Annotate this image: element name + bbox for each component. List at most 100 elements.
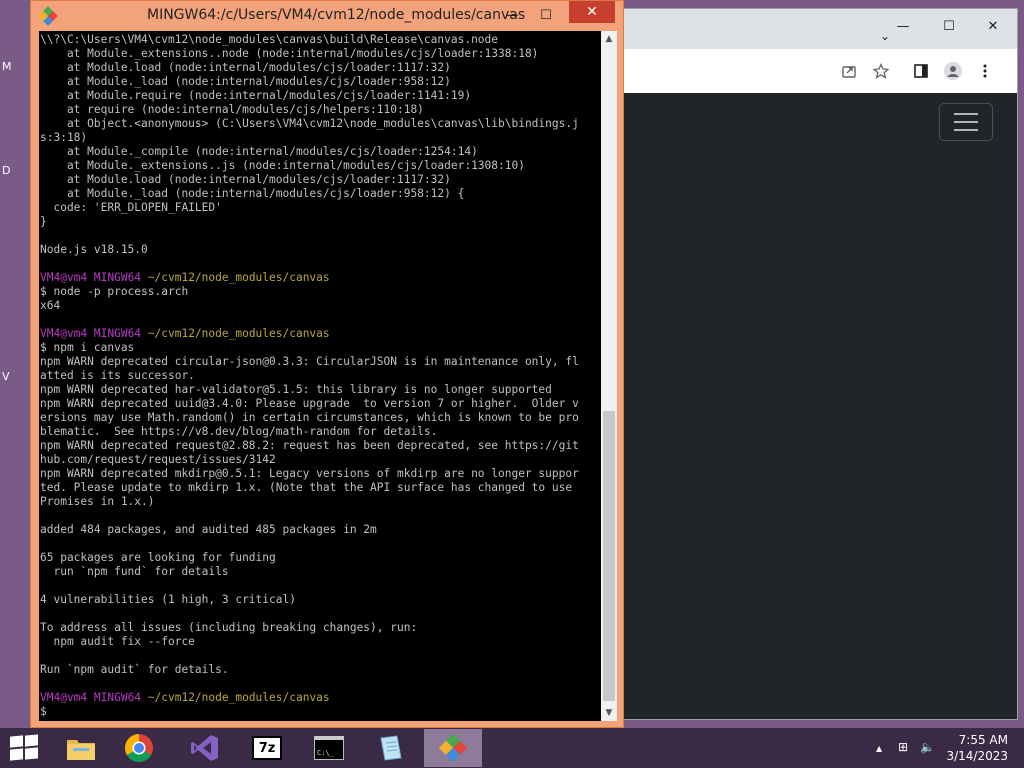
prompt-user: VM4@vm4 xyxy=(40,271,94,284)
terminal-window[interactable]: MINGW64:/c/Users/VM4/cvm12/node_modules/… xyxy=(30,0,624,728)
7zip-icon: 7z xyxy=(252,736,282,760)
desktop-icon-label: V xyxy=(2,370,10,383)
browser-toolbar xyxy=(561,49,1017,94)
terminal-line: VM4@vm4 MINGW64 ~/cvm12/node_modules/can… xyxy=(40,327,601,341)
terminal-titlebar[interactable]: MINGW64:/c/Users/VM4/cvm12/node_modules/… xyxy=(31,1,623,31)
terminal-line: $ npm i canvas xyxy=(40,341,135,354)
terminal-line: at Module._extensions..js (node:internal… xyxy=(40,159,525,172)
prompt-user: VM4@vm4 xyxy=(40,691,94,704)
windows-logo-icon xyxy=(10,735,23,748)
taskbar-chrome[interactable] xyxy=(110,729,168,767)
taskbar-visual-studio[interactable] xyxy=(176,729,234,767)
file-explorer-icon xyxy=(67,740,95,760)
browser-page xyxy=(561,93,1017,719)
terminal-line: run `npm fund` for details xyxy=(40,565,229,578)
sidebar-icon[interactable] xyxy=(909,59,933,83)
hamburger-icon xyxy=(954,113,978,115)
navbar-toggle-button[interactable] xyxy=(939,103,993,141)
clock-date: 3/14/2023 xyxy=(946,749,1008,763)
terminal-line: at Module._load (node:internal/modules/c… xyxy=(40,187,465,200)
tray-chevron-icon[interactable]: ▲ xyxy=(876,744,882,753)
terminal-line: npm WARN deprecated circular-json@0.3.3:… xyxy=(40,355,579,368)
terminal-line: VM4@vm4 MINGW64 ~/cvm12/node_modules/can… xyxy=(40,691,601,705)
terminal-line: at Module._extensions..node (node:intern… xyxy=(40,47,539,60)
scroll-up-icon[interactable]: ▲ xyxy=(601,31,617,47)
command-prompt-icon: C:\_ xyxy=(314,736,344,760)
terminal-console[interactable]: \\?\C:\Users\VM4\cvm12\node_modules\canv… xyxy=(39,31,601,721)
taskbar-7zip[interactable]: 7z xyxy=(238,729,296,767)
tab-search-chevron-icon[interactable]: ⌄ xyxy=(877,29,893,45)
browser-close-button[interactable]: ✕ xyxy=(981,15,1005,37)
terminal-line: Run `npm audit` for details. xyxy=(40,663,229,676)
prompt-path: ~/cvm12/node_modules/canvas xyxy=(147,691,330,704)
taskbar-file-explorer[interactable] xyxy=(52,729,110,767)
terminal-line: To address all issues (including breakin… xyxy=(40,621,418,634)
terminal-line: at require (node:internal/modules/cjs/he… xyxy=(40,103,424,116)
terminal-line: VM4@vm4 MINGW64 ~/cvm12/node_modules/can… xyxy=(40,271,601,285)
browser-maximize-button[interactable]: ☐ xyxy=(937,15,961,37)
terminal-scrollbar[interactable]: ▲ ▼ xyxy=(601,31,617,721)
terminal-line: npm WARN deprecated mkdirp@0.5.1: Legacy… xyxy=(40,467,579,480)
terminal-line: added 484 packages, and audited 485 pack… xyxy=(40,523,377,536)
terminal-minimize-button[interactable]: — xyxy=(499,5,525,25)
terminal-line: at Module.load (node:internal/modules/cj… xyxy=(40,173,451,186)
taskbar-notepad[interactable] xyxy=(362,729,420,767)
prompt-path: ~/cvm12/node_modules/canvas xyxy=(147,327,330,340)
network-icon[interactable]: ⊞ xyxy=(898,740,908,754)
star-icon[interactable] xyxy=(869,59,893,83)
terminal-line: ted. Please update to mkdirp 1.x. (Note … xyxy=(40,481,573,494)
terminal-close-button[interactable]: ✕ xyxy=(569,1,615,23)
browser-titlebar[interactable]: — ☐ ✕ ⌄ xyxy=(561,9,1017,49)
clock-time: 7:55 AM xyxy=(958,733,1008,747)
terminal-line: Promises in 1.x.) xyxy=(40,495,155,508)
terminal-line: $ xyxy=(40,705,47,718)
terminal-line: \\?\C:\Users\VM4\cvm12\node_modules\canv… xyxy=(40,33,499,46)
terminal-line: hub.com/request/request/issues/3142 xyxy=(40,453,276,466)
terminal-line: at Module._load (node:internal/modules/c… xyxy=(40,75,451,88)
git-bash-icon xyxy=(38,6,58,26)
scroll-down-icon[interactable]: ▼ xyxy=(601,705,617,721)
terminal-line: $ node -p process.arch xyxy=(40,285,189,298)
scrollbar-thumb[interactable] xyxy=(603,411,615,701)
volume-icon[interactable]: 🔈 xyxy=(920,740,935,754)
notepad-icon xyxy=(380,735,402,761)
terminal-line: 65 packages are looking for funding xyxy=(40,551,276,564)
7zip-label: 7z xyxy=(258,740,276,756)
chrome-icon xyxy=(125,734,153,762)
taskbar-git-bash[interactable] xyxy=(424,729,482,767)
terminal-line: at Module.load (node:internal/modules/cj… xyxy=(40,61,451,74)
desktop-icon-label: D xyxy=(2,164,11,177)
browser-window[interactable]: — ☐ ✕ ⌄ xyxy=(560,8,1018,720)
prompt-host: MINGW64 xyxy=(93,691,148,704)
terminal-line: } xyxy=(40,215,47,228)
taskbar-command-prompt[interactable]: C:\_ xyxy=(300,729,358,767)
browser-minimize-button[interactable]: — xyxy=(891,15,915,37)
terminal-line: at Object.<anonymous> (C:\Users\VM4\cvm1… xyxy=(40,117,579,130)
terminal-line: code: 'ERR_DLOPEN_FAILED' xyxy=(40,201,222,214)
terminal-line: s:3:18) xyxy=(40,131,88,144)
terminal-line: npm WARN deprecated request@2.88.2: requ… xyxy=(40,439,579,452)
desktop-icon-label: M xyxy=(2,60,12,73)
profile-icon[interactable] xyxy=(941,59,965,83)
prompt-user: VM4@vm4 xyxy=(40,327,94,340)
terminal-line: ersions may use Math.random() in certain… xyxy=(40,411,579,424)
terminal-line: npm WARN deprecated uuid@3.4.0: Please u… xyxy=(40,397,579,410)
terminal-line: Node.js v18.15.0 xyxy=(40,243,148,256)
git-bash-icon xyxy=(438,733,468,763)
terminal-line: 4 vulnerabilities (1 high, 3 critical) xyxy=(40,593,296,606)
terminal-maximize-button[interactable]: ☐ xyxy=(533,5,559,25)
cmd-label: C:\_ xyxy=(317,749,334,757)
menu-dots-icon[interactable] xyxy=(973,59,997,83)
prompt-host: MINGW64 xyxy=(93,271,148,284)
share-icon[interactable] xyxy=(837,59,861,83)
start-button[interactable] xyxy=(10,734,38,761)
system-clock[interactable]: 7:55 AM 3/14/2023 xyxy=(946,732,1008,764)
visual-studio-icon xyxy=(191,735,218,761)
terminal-line: at Module._compile (node:internal/module… xyxy=(40,145,478,158)
terminal-output: \\?\C:\Users\VM4\cvm12\node_modules\canv… xyxy=(39,31,601,719)
